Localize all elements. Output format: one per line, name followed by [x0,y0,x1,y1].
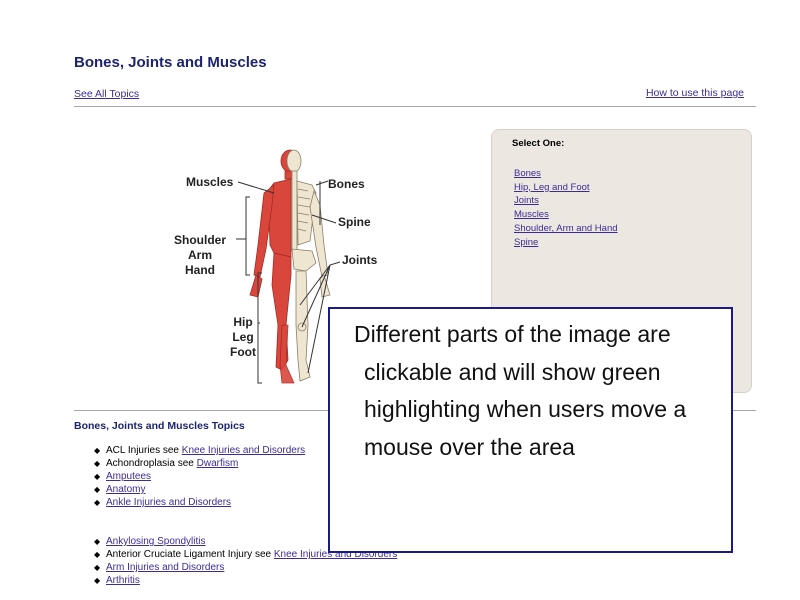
list-item: ◆ Anatomy [94,484,146,495]
see-all-topics-link[interactable]: See All Topics [74,88,139,100]
select-item-shoulder-arm-hand[interactable]: Shoulder, Arm and Hand [514,223,618,234]
select-item-bones[interactable]: Bones [514,168,541,179]
callout-text: Different parts of the image are clickab… [354,321,687,460]
label-bones[interactable]: Bones [328,177,365,192]
callout-box: Different parts of the image are clickab… [328,307,733,553]
page-title: Bones, Joints and Muscles [74,54,267,71]
select-heading: Select One: [512,138,565,149]
topic-link[interactable]: Dwarfism [197,458,239,469]
select-item-spine[interactable]: Spine [514,237,538,248]
label-hip-leg-foot[interactable]: Hip Leg Foot [230,315,256,360]
topic-link[interactable]: Arthritis [106,575,140,586]
select-item-joints[interactable]: Joints [514,195,539,206]
list-item: ◆ Ankle Injuries and Disorders [94,497,232,508]
list-item: ◆ Achondroplasia see Dwarfism [94,458,239,469]
topic-link[interactable]: Anatomy [106,484,145,495]
select-list: Bones Hip, Leg and Foot Joints Muscles S… [514,167,618,249]
topic-link[interactable]: Ankylosing Spondylitis [106,536,206,547]
topic-link[interactable]: Knee Injuries and Disorders [182,445,305,456]
topics-list-1: ◆ ACL Injuries see Knee Injuries and Diso… [92,444,305,509]
select-item-hip-leg-foot[interactable]: Hip, Leg and Foot [514,182,590,193]
label-spine[interactable]: Spine [338,215,371,230]
divider-top [74,106,756,107]
topic-link[interactable]: Amputees [106,471,151,482]
list-item: ◆ Arthritis [94,575,140,586]
topic-link[interactable]: Arm Injuries and Disorders [106,562,224,573]
list-item: ◆ Amputees [94,471,152,482]
label-shoulder-arm-hand[interactable]: Shoulder Arm Hand [174,233,226,278]
skeleton-figure[interactable] [286,149,331,382]
topic-link[interactable]: Ankle Injuries and Disorders [106,497,231,508]
list-item: ◆ ACL Injuries see Knee Injuries and Diso… [94,445,306,456]
label-joints[interactable]: Joints [342,253,377,268]
select-item-muscles[interactable]: Muscles [514,209,549,220]
how-to-use-link[interactable]: How to use this page [646,87,744,99]
list-item: ◆ Arm Injuries and Disorders [94,562,225,573]
label-muscles[interactable]: Muscles [186,175,233,190]
topics-heading: Bones, Joints and Muscles Topics [74,420,245,432]
